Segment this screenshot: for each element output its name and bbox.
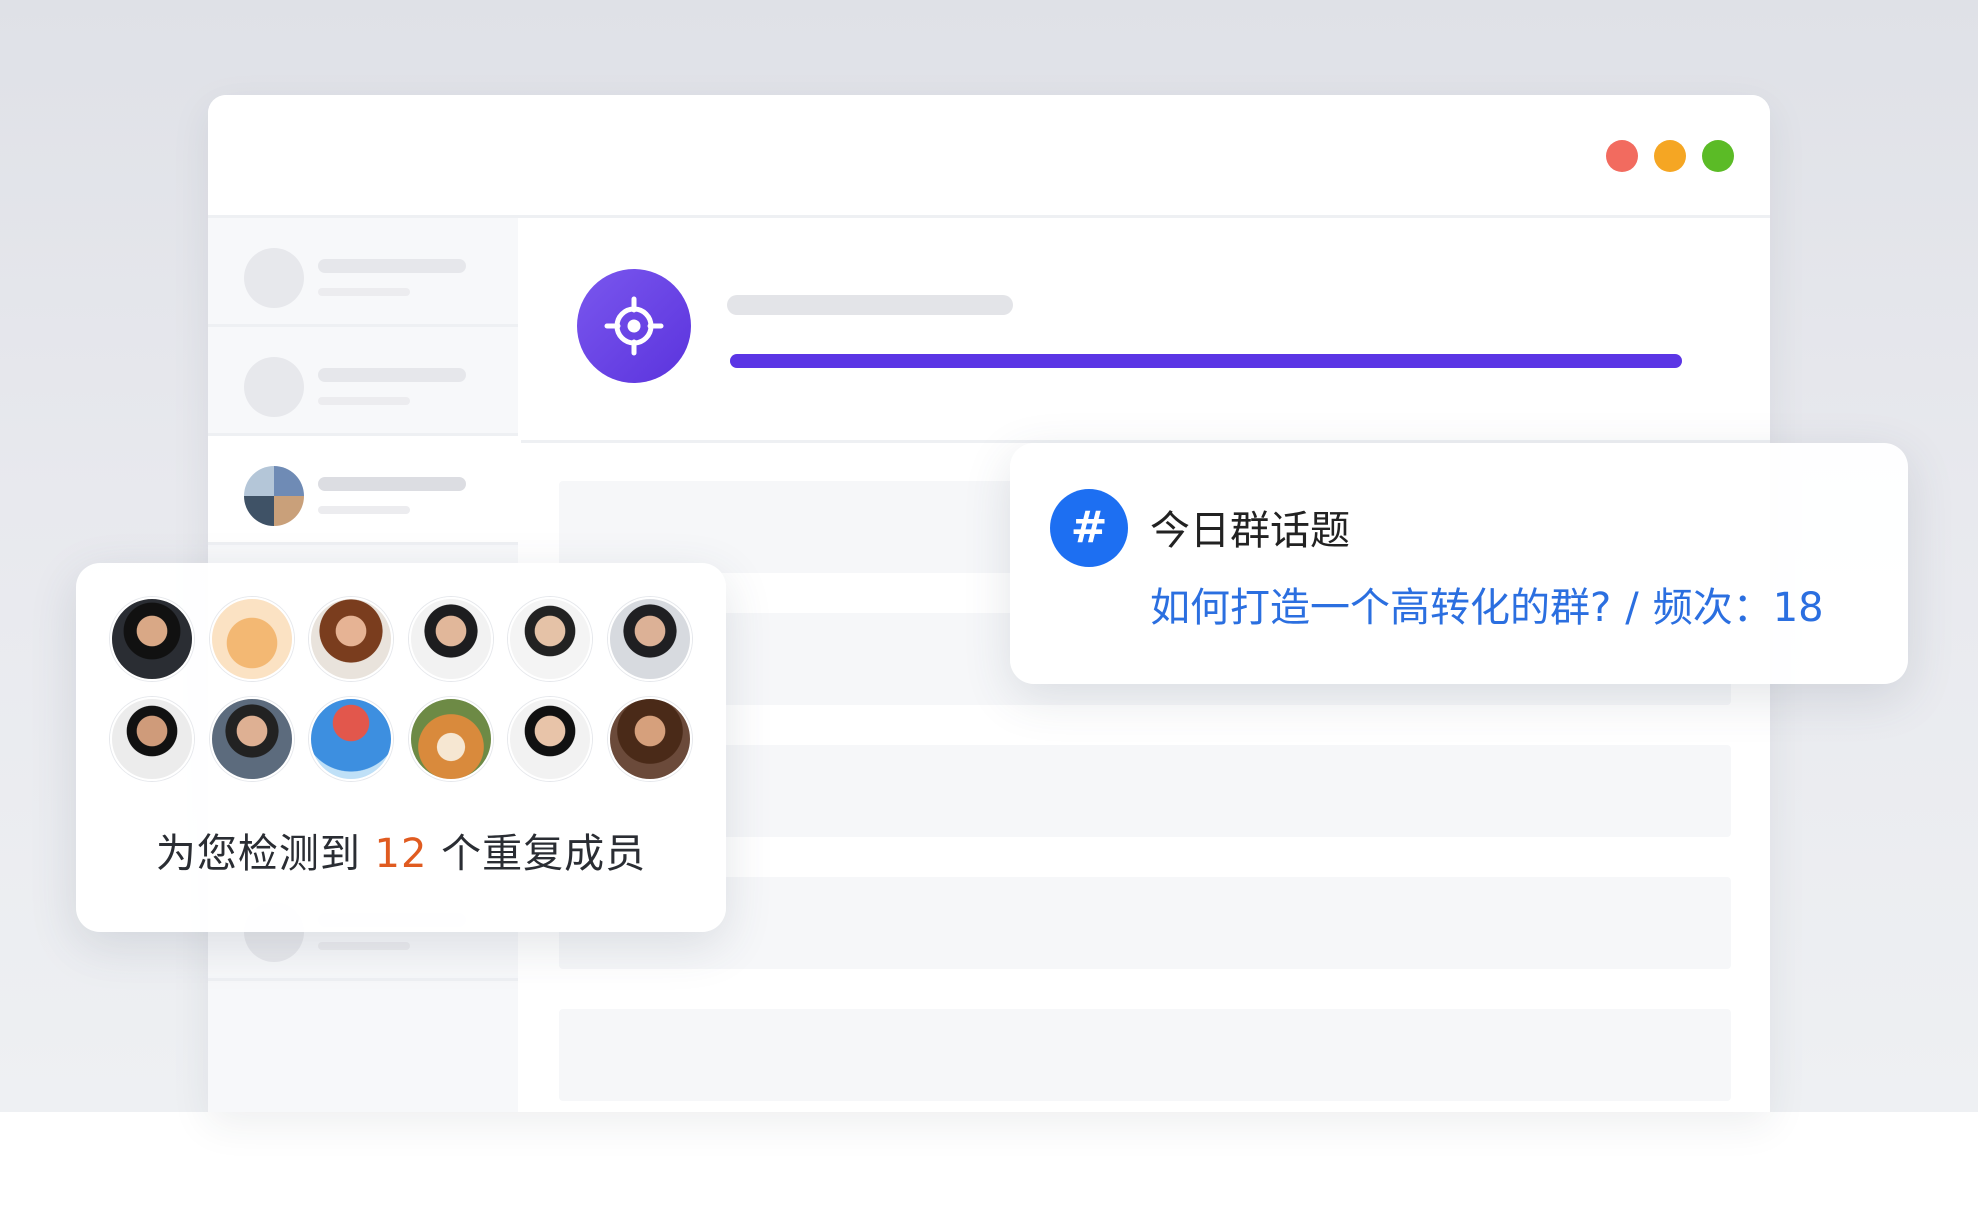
- group-avatar: [244, 466, 304, 526]
- dog-avatar: [408, 697, 493, 781]
- duplicate-members-text: 为您检测到 12 个重复成员: [76, 821, 726, 879]
- umbrella-avatar: [309, 697, 393, 781]
- duplicate-members-card: 为您检测到 12 个重复成员: [76, 563, 726, 932]
- person-avatar: [209, 697, 294, 781]
- person-avatar: [309, 597, 393, 681]
- header-block: [521, 218, 1770, 443]
- sidebar-item[interactable]: [208, 327, 518, 436]
- title-placeholder: [727, 295, 1013, 315]
- target-icon: [577, 269, 691, 383]
- close-dot[interactable]: [1606, 140, 1638, 172]
- text-placeholder: [318, 259, 466, 273]
- avatar-placeholder: [244, 357, 304, 417]
- list-row-placeholder: [559, 745, 1731, 837]
- person-avatar: [508, 697, 592, 781]
- frequency-value: 18: [1772, 585, 1824, 631]
- person-avatar: [607, 597, 692, 681]
- window-titlebar: [208, 95, 1770, 218]
- sidebar-item[interactable]: [208, 218, 518, 327]
- maximize-dot[interactable]: [1702, 140, 1734, 172]
- text-placeholder: [318, 288, 410, 296]
- duplicate-count: 12: [374, 831, 428, 877]
- text-placeholder: [318, 477, 466, 491]
- list-row-placeholder: [559, 877, 1731, 969]
- list-row-placeholder: [559, 1009, 1731, 1101]
- sidebar-item-active[interactable]: [208, 436, 518, 545]
- topic-title: 今日群话题: [1150, 508, 1350, 554]
- frequency-label: 频次：: [1652, 585, 1773, 631]
- text-placeholder: [318, 942, 410, 950]
- text-placeholder: [318, 397, 410, 405]
- person-avatar: [110, 597, 194, 681]
- person-avatar: [110, 697, 194, 781]
- topic-detail[interactable]: 如何打造一个高转化的群? / 频次：18: [1150, 575, 1824, 633]
- group-topic-card: # 今日群话题 如何打造一个高转化的群? / 频次：18: [1010, 443, 1908, 684]
- progress-fill: [730, 354, 1682, 368]
- avatar-placeholder: [244, 248, 304, 308]
- hashtag-icon: #: [1050, 489, 1128, 567]
- topic-question: 如何打造一个高转化的群?: [1150, 585, 1612, 631]
- topic-separator: /: [1625, 585, 1639, 631]
- progress-bar: [730, 354, 1682, 368]
- duplicate-text-after: 个重复成员: [441, 831, 647, 877]
- duplicate-text-before: 为您检测到: [155, 831, 361, 877]
- text-placeholder: [318, 506, 410, 514]
- text-placeholder: [318, 368, 466, 382]
- person-avatar: [508, 597, 592, 681]
- person-avatar: [607, 697, 692, 781]
- minimize-dot[interactable]: [1654, 140, 1686, 172]
- person-avatar: [408, 597, 493, 681]
- cat-avatar: [209, 597, 294, 681]
